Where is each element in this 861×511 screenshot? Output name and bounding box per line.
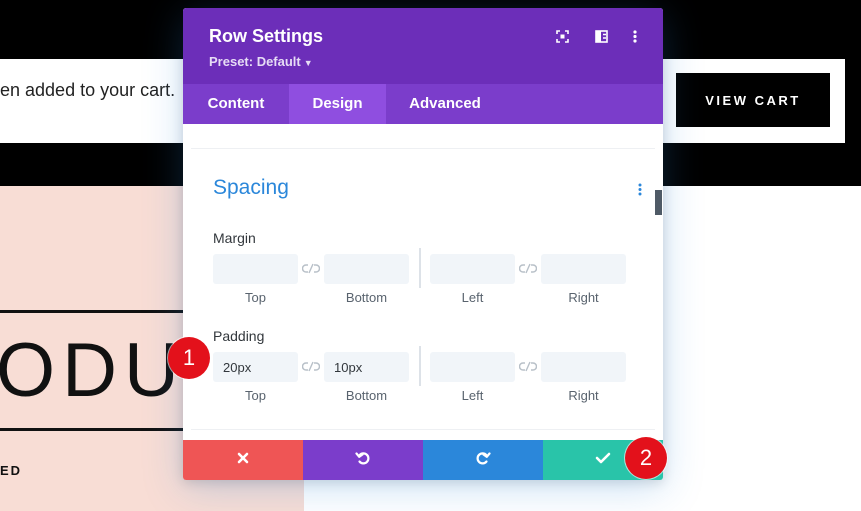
focus-icon[interactable] (554, 28, 570, 44)
tab-content[interactable]: Content (183, 84, 289, 124)
section-divider (191, 429, 655, 430)
field-divider (419, 346, 421, 386)
padding-bottom-input[interactable] (324, 352, 409, 382)
link-icon[interactable] (301, 262, 321, 276)
redo-button[interactable] (423, 440, 543, 480)
caret-down-icon: ▼ (303, 58, 313, 68)
scrollbar-thumb[interactable] (655, 190, 662, 215)
hero-divider-bottom (0, 428, 186, 431)
link-icon[interactable] (518, 262, 538, 276)
hero-subtext: ED (0, 463, 23, 478)
step-badge-1: 1 (168, 337, 210, 379)
discard-button[interactable] (183, 440, 303, 480)
step-badge-2: 2 (625, 437, 667, 479)
more-vertical-icon[interactable] (627, 28, 643, 44)
modal-footer (183, 440, 663, 480)
margin-bottom-input[interactable] (324, 254, 409, 284)
settings-tabs: Content Design Advanced (183, 84, 663, 124)
padding-bottom-label: Bottom (345, 388, 388, 403)
margin-bottom-label: Bottom (345, 290, 388, 305)
section-options-icon[interactable] (635, 181, 645, 197)
redo-icon (475, 450, 491, 471)
padding-right-input[interactable] (541, 352, 626, 382)
modal-header: Row Settings Preset: Default ▼ (183, 8, 663, 84)
padding-top-input[interactable] (213, 352, 298, 382)
padding-left-input[interactable] (430, 352, 515, 382)
padding-left-label: Left (461, 388, 484, 403)
preset-label: Preset: Default (209, 54, 301, 69)
margin-top-label: Top (245, 290, 266, 305)
section-title-spacing[interactable]: Spacing (213, 176, 289, 200)
undo-icon (355, 450, 371, 471)
cart-notice-text: en added to your cart. (0, 80, 176, 100)
screen: en added to your cart. VIEW CART ODUC ED… (0, 0, 861, 511)
link-icon[interactable] (301, 360, 321, 374)
field-divider (419, 248, 421, 288)
margin-right-input[interactable] (541, 254, 626, 284)
view-cart-button[interactable]: VIEW CART (676, 73, 830, 127)
preset-dropdown[interactable]: Preset: Default ▼ (209, 54, 313, 69)
margin-right-label: Right (568, 290, 599, 305)
undo-button[interactable] (303, 440, 423, 480)
margin-left-input[interactable] (430, 254, 515, 284)
margin-top-input[interactable] (213, 254, 298, 284)
section-divider (191, 148, 655, 149)
tab-design[interactable]: Design (289, 84, 386, 124)
modal-title: Row Settings (209, 26, 324, 46)
sidebar-toggle-icon[interactable] (593, 28, 609, 44)
close-icon (237, 451, 249, 469)
hero-divider-top (0, 310, 186, 313)
row-settings-modal: Row Settings Preset: Default ▼ Content De… (183, 8, 663, 480)
margin-left-label: Left (461, 290, 484, 305)
tab-advanced[interactable]: Advanced (386, 84, 504, 124)
settings-body[interactable]: Spacing Margin Top Bottom Left Right Pad… (183, 124, 663, 440)
padding-label: Padding (213, 328, 265, 344)
link-icon[interactable] (518, 360, 538, 374)
padding-right-label: Right (568, 388, 599, 403)
padding-top-label: Top (245, 388, 266, 403)
margin-label: Margin (213, 230, 256, 246)
check-icon (595, 451, 611, 469)
